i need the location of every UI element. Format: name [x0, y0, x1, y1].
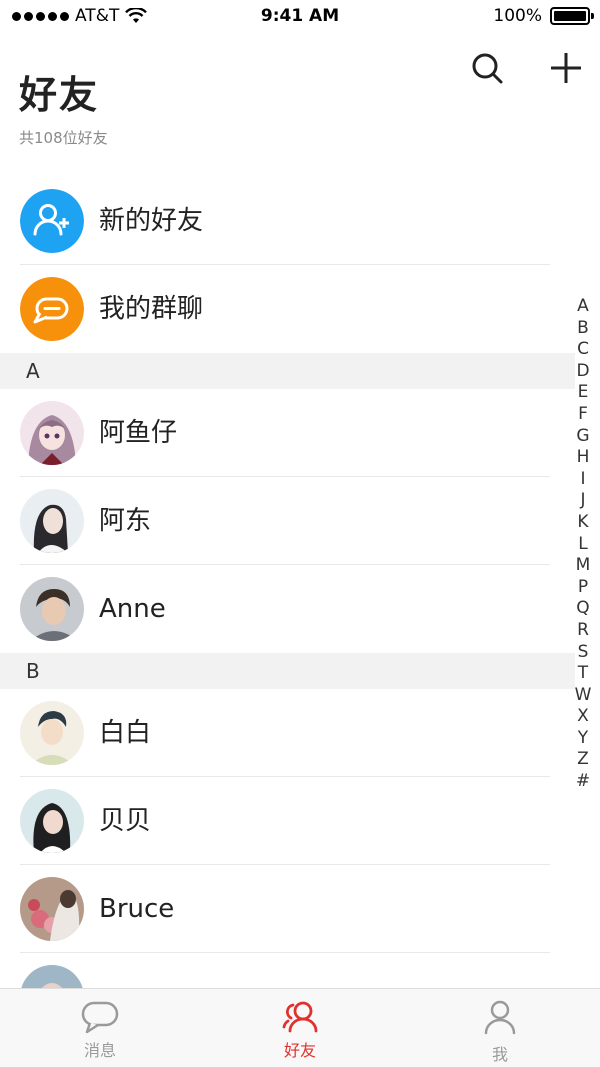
plus-icon[interactable] — [546, 48, 586, 88]
section-header-a: A — [0, 353, 575, 389]
index-letter[interactable]: C — [577, 339, 589, 361]
contact-name: 白白 — [99, 718, 152, 748]
contact-row[interactable]: Anne — [0, 565, 575, 653]
my-groups-item[interactable]: 我的群聊 — [0, 265, 575, 353]
avatar — [20, 877, 84, 941]
add-user-icon — [20, 189, 84, 253]
index-letter[interactable]: M — [576, 555, 591, 577]
index-letter[interactable]: # — [576, 771, 590, 793]
index-letter[interactable]: I — [580, 469, 585, 491]
index-letter[interactable]: K — [577, 512, 588, 534]
index-letter[interactable]: E — [578, 382, 589, 404]
contact-row[interactable]: 贝贝 — [0, 777, 575, 865]
tab-label: 我 — [491, 1045, 508, 1064]
tab-bar: 消息 好友 我 — [0, 988, 600, 1067]
tab-label: 好友 — [283, 1041, 316, 1060]
tab-friends[interactable]: 好友 — [200, 989, 400, 1067]
friend-count: 共108位好友 — [19, 129, 108, 147]
index-letter[interactable]: Q — [576, 598, 589, 620]
avatar — [20, 401, 84, 465]
contact-name: 阿东 — [99, 506, 152, 536]
section-header-b: B — [0, 653, 575, 689]
contact-row[interactable]: 白白 — [0, 689, 575, 777]
contact-name: 阿鱼仔 — [99, 418, 178, 448]
tab-profile[interactable]: 我 — [400, 989, 600, 1067]
index-letter[interactable]: Z — [577, 749, 589, 771]
index-letter[interactable]: J — [580, 490, 585, 512]
page-title: 好友 — [19, 73, 100, 117]
contact-row[interactable]: 阿鱼仔 — [0, 389, 575, 477]
index-letter[interactable]: L — [578, 534, 587, 556]
index-letter[interactable]: B — [577, 318, 589, 340]
search-icon[interactable] — [467, 48, 507, 88]
index-letter[interactable]: X — [577, 706, 589, 728]
contact-name: Bruce — [99, 894, 175, 924]
profile-icon — [484, 1000, 516, 1035]
avatar — [20, 701, 84, 765]
my-groups-label: 我的群聊 — [99, 294, 204, 324]
section-letter: B — [26, 659, 40, 683]
index-letter[interactable]: A — [577, 296, 589, 318]
contact-name: 贝贝 — [99, 806, 152, 836]
tab-messages[interactable]: 消息 — [0, 989, 200, 1067]
contact-name: Anne — [99, 594, 166, 624]
new-friends-item[interactable]: 新的好友 — [0, 177, 575, 265]
contact-row[interactable]: 阿东 — [0, 477, 575, 565]
new-friends-label: 新的好友 — [99, 206, 204, 236]
battery-icon — [550, 7, 594, 25]
chat-bubbles-icon — [20, 277, 84, 341]
index-letter[interactable]: H — [577, 447, 590, 469]
tab-label: 消息 — [83, 1041, 116, 1060]
index-letter[interactable]: P — [578, 577, 588, 599]
index-letter[interactable]: R — [577, 620, 589, 642]
message-icon — [81, 1001, 119, 1034]
avatar — [20, 789, 84, 853]
index-letter[interactable]: T — [578, 663, 588, 685]
index-letter[interactable]: G — [576, 426, 589, 448]
alphabet-index[interactable]: A B C D E F G H I J K L M P Q R S T W X Y Z # — [572, 296, 594, 793]
avatar — [20, 577, 84, 641]
index-letter[interactable]: S — [578, 642, 589, 664]
index-letter[interactable]: Y — [578, 728, 588, 750]
friends-icon — [282, 1001, 318, 1033]
status-bar: AT&T 9:41 AM 100% — [0, 0, 600, 34]
battery-percentage: 100% — [493, 6, 542, 26]
index-letter[interactable]: F — [578, 404, 588, 426]
section-letter: A — [26, 359, 40, 383]
contact-row[interactable]: Bruce — [0, 865, 575, 953]
index-letter[interactable]: D — [576, 361, 589, 383]
avatar — [20, 489, 84, 553]
index-letter[interactable]: W — [575, 685, 592, 707]
